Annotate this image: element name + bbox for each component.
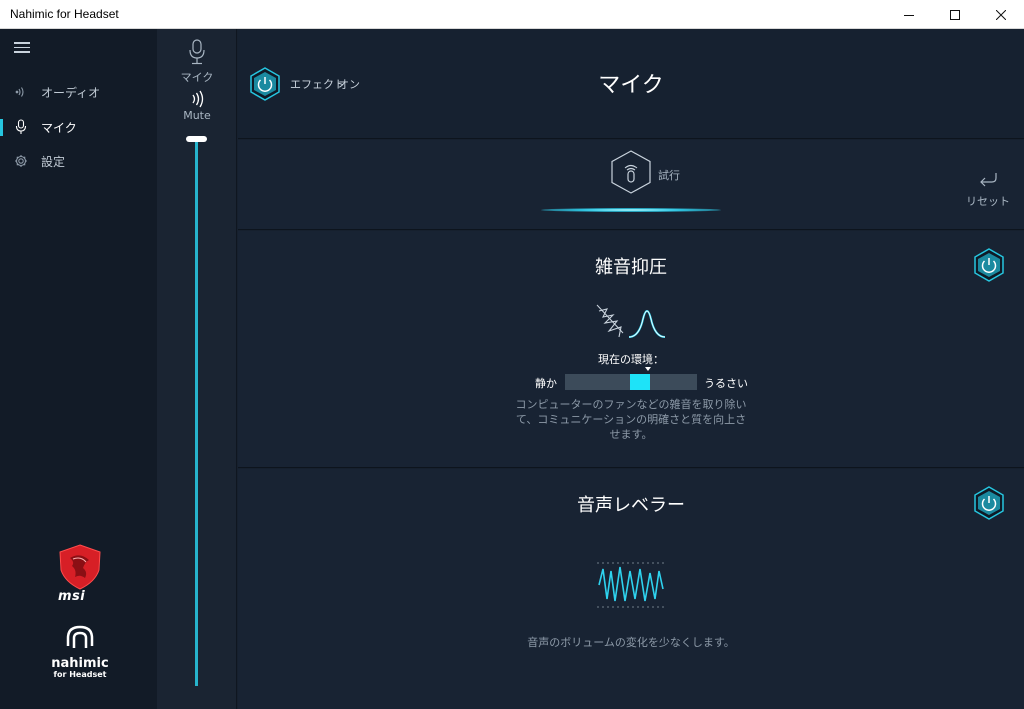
noise-reduction-icon [596,304,666,338]
desc-line: コンピューターのファンなどの雑音を取り除い [515,398,747,411]
mute-label: Mute [183,109,211,122]
desc-line: て、コミュニケーションの明確さと質を向上さ [515,413,747,426]
main-panel: エフェクト オン マイク 試行 リセット 雑音抑圧 現在の環境： 静か うるさい… [238,29,1024,709]
maximize-button[interactable] [932,0,978,29]
sidebar-item-label: マイク [41,120,77,135]
minimize-button[interactable] [886,0,932,29]
page-title: マイク [598,73,664,98]
close-button[interactable] [978,0,1024,29]
sidebar-item-label: 設定 [41,154,66,169]
desc-line: せます。 [609,428,653,441]
reset-arrow-icon [980,173,997,187]
environment-label: 現在の環境： [598,353,664,366]
sidebar-item-audio[interactable]: オーディオ [0,77,157,107]
noise-reduction-card: 雑音抑圧 現在の環境： 静か うるさい コンピューターのファンなどの雑音を取り除… [238,231,1024,468]
noise-reduction-description: コンピューターのファンなどの雑音を取り除い て、コミュニケーションの明確さと質を… [491,397,771,442]
noise-reduction-title: 雑音抑圧 [595,257,667,278]
reset-label: リセット [966,195,1010,208]
noise-level-slider-handle[interactable] [630,374,650,390]
mic-volume-slider-thumb[interactable] [186,136,207,142]
sidebar-item-mic[interactable]: マイク [0,112,157,142]
voice-leveler-card: 音声レベラー 音声のボリュームの変化を少なくします。 [238,469,1024,709]
title-bar: Nahimic for Headset [0,0,1024,29]
nahimic-headset-logo [40,624,120,654]
audio-waves-icon [13,84,29,100]
voice-leveler-description: 音声のボリュームの変化を少なくします。 [527,636,735,649]
active-indicator [0,119,3,136]
voice-leveler-title: 音声レベラー [577,495,685,516]
voice-leveler-power-button[interactable] [973,486,1005,520]
mic-volume-slider-track[interactable] [195,141,198,686]
maximize-icon [950,9,960,20]
device-panel: マイク Mute [157,29,237,709]
msi-brand-text: msi [58,589,86,604]
slider-high-label: うるさい [704,377,748,390]
sidebar-item-label: オーディオ [41,85,101,100]
hamburger-menu-icon[interactable] [14,42,30,54]
sidebar: オーディオ マイク 設定 msi nahimic for Headset [0,29,157,709]
msi-dragon-logo [59,544,101,590]
reset-button[interactable]: リセット [966,172,1010,209]
minimize-icon [904,14,914,16]
test-section: 試行 リセット [238,140,1024,230]
test-label: 試行 [658,169,680,182]
window-title: Nahimic for Headset [10,7,119,21]
microphone-icon[interactable] [188,39,206,71]
sidebar-item-settings[interactable]: 設定 [0,146,157,176]
voice-leveler-icon [597,562,665,608]
slider-low-label: 静か [535,377,557,390]
environment-marker [645,367,651,371]
device-mic-label: マイク [180,71,214,84]
gear-icon [13,153,29,169]
noise-reduction-power-button[interactable] [973,248,1005,282]
page-header: エフェクト オン マイク [238,29,1024,139]
nahimic-brand-text: nahimic [51,656,109,671]
microphone-icon [13,119,29,135]
nahimic-brand-subtext: for Headset [53,670,107,679]
close-icon [996,9,1006,20]
mic-test-button[interactable] [610,150,652,194]
test-level-glow [541,208,721,212]
